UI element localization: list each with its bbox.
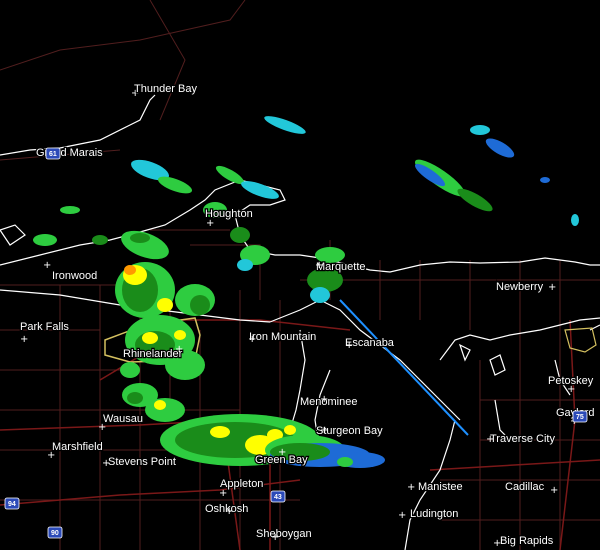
- svg-text:+: +: [248, 334, 256, 345]
- svg-text:75: 75: [576, 414, 584, 421]
- svg-text:Wausau: Wausau: [103, 413, 143, 425]
- svg-text:+: +: [278, 447, 286, 458]
- interstate-shield-icon: 94: [4, 497, 20, 510]
- radar-map-svg: + Thunder Bay Grand Marais Houghton Iron…: [0, 0, 600, 550]
- svg-text:Rhinelander: Rhinelander: [123, 348, 183, 360]
- svg-text:+: +: [493, 538, 501, 549]
- svg-text:+: +: [548, 282, 556, 293]
- svg-text:Ironwood: Ironwood: [52, 270, 97, 282]
- svg-text:+: +: [175, 344, 183, 355]
- city-traverse-city: Traverse City: [489, 432, 557, 447]
- svg-text:+: +: [320, 394, 328, 405]
- svg-text:+: +: [271, 532, 279, 543]
- svg-text:Ludington: Ludington: [410, 508, 458, 520]
- radar-map: + Thunder Bay Grand Marais Houghton Iron…: [0, 0, 600, 550]
- svg-text:Sheboygan: Sheboygan: [256, 528, 312, 540]
- svg-text:Menominee: Menominee: [300, 396, 357, 408]
- svg-text:+: +: [98, 422, 106, 433]
- svg-text:+: +: [315, 260, 323, 271]
- city-stevens-point: Stevens Point: [107, 455, 177, 470]
- warning-polygon-2: [564, 327, 597, 353]
- city-ironwood: Ironwood: [51, 269, 99, 284]
- interstate-shield-icon: 61: [45, 147, 61, 160]
- svg-text:+: +: [43, 260, 51, 271]
- interstate-shield-icon: 43: [270, 490, 286, 503]
- city-sheboygan: Sheboygan: [255, 527, 313, 542]
- svg-text:Stevens Point: Stevens Point: [108, 456, 176, 468]
- svg-text:Park Falls: Park Falls: [20, 321, 69, 333]
- svg-text:Marshfield: Marshfield: [52, 441, 103, 453]
- city-thunder-bay: + Thunder Bay: [131, 82, 199, 99]
- interstate-shield-icon: 75: [572, 410, 588, 423]
- svg-text:+: +: [486, 434, 494, 445]
- svg-text:+: +: [320, 425, 328, 436]
- city-big-rapids: Big Rapids: [499, 534, 555, 549]
- svg-text:Marquette: Marquette: [316, 261, 366, 273]
- city-dots: + + + + + + + + + + + + + + + + + + + + …: [20, 218, 578, 549]
- svg-text:+: +: [102, 458, 110, 469]
- svg-text:+: +: [225, 506, 233, 517]
- city-rhinelander: Rhinelander: [122, 347, 184, 362]
- svg-text:Big Rapids: Big Rapids: [500, 535, 554, 547]
- city-newberry: Newberry: [495, 280, 545, 295]
- svg-text:43: 43: [274, 494, 282, 501]
- city-manistee: Manistee: [417, 480, 464, 495]
- city-ludington: Ludington: [409, 507, 460, 522]
- svg-text:+: +: [345, 340, 353, 351]
- city-marquette: Marquette: [315, 260, 367, 275]
- svg-text:+: +: [206, 218, 214, 229]
- svg-text:Newberry: Newberry: [496, 281, 544, 293]
- svg-text:+: +: [407, 482, 415, 493]
- svg-text:+: +: [20, 334, 28, 345]
- svg-text:94: 94: [8, 501, 16, 508]
- city-wausau: Wausau: [102, 412, 144, 427]
- city-menominee: Menominee: [299, 395, 359, 410]
- svg-text:Cadillac: Cadillac: [505, 481, 545, 493]
- city-iron-mountain: Iron Mountain: [248, 330, 318, 345]
- svg-text:Thunder Bay: Thunder Bay: [134, 83, 197, 95]
- city-cadillac: Cadillac: [504, 480, 546, 495]
- svg-text:+: +: [398, 510, 406, 521]
- svg-text:+: +: [550, 485, 558, 496]
- svg-text:+: +: [219, 488, 227, 499]
- svg-text:Traverse City: Traverse City: [490, 433, 555, 445]
- svg-text:Manistee: Manistee: [418, 481, 463, 493]
- interstate-shield-icon: 90: [47, 526, 63, 539]
- city-marshfield: Marshfield: [51, 440, 104, 455]
- boundary-line: [339, 299, 469, 436]
- svg-text:+: +: [47, 450, 55, 461]
- svg-text:Iron Mountain: Iron Mountain: [249, 331, 316, 343]
- city-park-falls: Park Falls: [19, 320, 71, 335]
- svg-text:90: 90: [51, 530, 59, 537]
- svg-text:61: 61: [49, 151, 57, 158]
- svg-text:+: +: [567, 384, 575, 395]
